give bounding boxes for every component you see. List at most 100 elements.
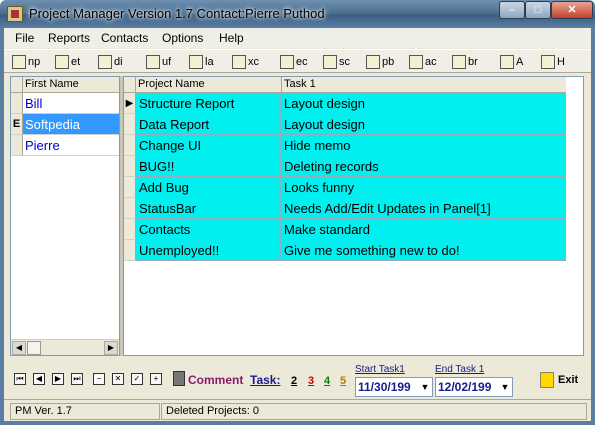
notepad-icon [366, 55, 380, 69]
menu-options[interactable]: Options [162, 31, 203, 45]
cancel-edit-button[interactable]: ✕ [112, 373, 124, 385]
project-row[interactable]: ▶ Structure Report Layout design [124, 93, 566, 114]
contacts-grid[interactable]: First Name Bill E Softpedia Pierre ◀ ▶ [10, 76, 120, 356]
scroll-right-icon[interactable]: ▶ [104, 341, 118, 355]
toolbar-button-ec[interactable]: ec [280, 53, 308, 71]
dropdown-arrow-icon[interactable]: ▼ [418, 378, 432, 396]
project-name-cell[interactable]: Contacts [136, 219, 281, 240]
toolbar-button-br[interactable]: br [452, 53, 478, 71]
toolbar-label: ac [425, 56, 437, 68]
project-row[interactable]: Unemployed!! Give me something new to do… [124, 240, 566, 261]
toolbar-button-h[interactable]: H [541, 53, 565, 71]
scroll-thumb[interactable] [27, 341, 41, 355]
task-2-link[interactable]: 2 [291, 375, 297, 387]
toolbar-button-ac[interactable]: ac [409, 53, 437, 71]
first-record-button[interactable]: ⏮ [14, 373, 26, 385]
title-bar[interactable]: Project Manager Version 1.7 Contact:Pier… [0, 0, 595, 28]
toolbar-button-uf[interactable]: uf [146, 53, 171, 71]
project-name-cell[interactable]: Add Bug [136, 177, 281, 198]
close-button[interactable]: ✕ [551, 1, 593, 19]
toolbar-label: A [516, 56, 524, 68]
maximize-button[interactable]: □ [525, 1, 551, 19]
task-cell[interactable]: Layout design [281, 114, 566, 135]
last-record-button[interactable]: ⏭ [71, 373, 83, 385]
project-name-cell[interactable]: Data Report [136, 114, 281, 135]
toolbar-button-di[interactable]: di [98, 53, 123, 71]
row-indicator [124, 219, 136, 240]
project-name-cell[interactable]: BUG!! [136, 156, 281, 177]
status-bar: PM Ver. 1.7 Deleted Projects: 0 [4, 399, 591, 421]
horizontal-scrollbar[interactable]: ◀ ▶ [11, 339, 119, 355]
menu-help[interactable]: Help [219, 31, 244, 45]
project-row[interactable]: Data Report Layout design [124, 114, 566, 135]
toolbar-button-np[interactable]: np [12, 53, 40, 71]
toolbar-button-pb[interactable]: pb [366, 53, 394, 71]
toolbar-label: ec [296, 56, 308, 68]
toolbar-button-la[interactable]: la [189, 53, 214, 71]
task-cell[interactable]: Needs Add/Edit Updates in Panel[1] [281, 198, 566, 219]
end-task-date-picker[interactable]: 12/02/199 ▼ [435, 377, 513, 397]
column-header-first-name[interactable]: First Name [25, 78, 79, 90]
contact-name-cell[interactable]: Pierre [23, 135, 119, 156]
question-icon [541, 55, 555, 69]
project-row[interactable]: Change UI Hide memo [124, 135, 566, 156]
project-name-cell[interactable]: Structure Report [136, 93, 281, 114]
start-task-date-picker[interactable]: 11/30/199 ▼ [355, 377, 433, 397]
contact-row[interactable]: Bill [11, 93, 119, 114]
contact-name-cell[interactable]: Softpedia [23, 114, 119, 135]
toolbar-label: et [71, 56, 81, 68]
project-row[interactable]: Add Bug Looks funny [124, 177, 566, 198]
task-3-link[interactable]: 3 [308, 375, 314, 387]
projects-grid[interactable]: Project Name Task 1 ▶ Structure Report L… [123, 76, 584, 356]
printer-icon [146, 55, 160, 69]
task-4-link[interactable]: 4 [324, 375, 330, 387]
row-indicator [124, 240, 136, 261]
project-row[interactable]: Contacts Make standard [124, 219, 566, 240]
delete-record-button[interactable]: − [93, 373, 105, 385]
menu-contacts[interactable]: Contacts [101, 31, 148, 45]
toolbar-button-xc[interactable]: xc [232, 53, 259, 71]
row-indicator [124, 177, 136, 198]
dropdown-arrow-icon[interactable]: ▼ [498, 378, 512, 396]
menu-file[interactable]: File [15, 31, 34, 45]
exit-button[interactable]: Exit [558, 374, 578, 386]
project-name-cell[interactable]: Unemployed!! [136, 240, 281, 261]
row-indicator [124, 135, 136, 156]
bulb-icon [500, 55, 514, 69]
task-cell[interactable]: Give me something new to do! [281, 240, 566, 261]
insert-record-button[interactable]: + [150, 373, 162, 385]
toolbar-button-a[interactable]: A [500, 53, 523, 71]
projects-grid-header: Project Name Task 1 [124, 77, 566, 93]
menu-reports[interactable]: Reports [48, 31, 90, 45]
exit-icon[interactable] [540, 372, 554, 388]
minimize-button[interactable]: – [499, 1, 525, 19]
menu-bar: File Reports Contacts Options Help [4, 28, 591, 48]
task-cell[interactable]: Deleting records [281, 156, 566, 177]
column-header-project-name[interactable]: Project Name [138, 78, 205, 90]
task-cell[interactable]: Looks funny [281, 177, 566, 198]
contact-name-cell[interactable]: Bill [23, 93, 119, 114]
post-edit-button[interactable]: ✓ [131, 373, 143, 385]
project-name-cell[interactable]: StatusBar [136, 198, 281, 219]
task-cell[interactable]: Hide memo [281, 135, 566, 156]
column-header-task-1[interactable]: Task 1 [284, 78, 316, 90]
contact-row[interactable]: E Softpedia [11, 114, 119, 135]
project-row[interactable]: BUG!! Deleting records [124, 156, 566, 177]
task-cell[interactable]: Layout design [281, 93, 566, 114]
comment-button[interactable]: Comment [188, 373, 243, 387]
project-name-cell[interactable]: Change UI [136, 135, 281, 156]
end-task-label: End Task 1 [435, 364, 485, 375]
scroll-left-icon[interactable]: ◀ [12, 341, 26, 355]
toolbar-button-sc[interactable]: sc [323, 53, 350, 71]
next-record-button[interactable]: ▶ [52, 373, 64, 385]
prior-record-button[interactable]: ◀ [33, 373, 45, 385]
start-task-date-value: 11/30/199 [358, 380, 411, 394]
toolbar-button-et[interactable]: et [55, 53, 80, 71]
project-row[interactable]: StatusBar Needs Add/Edit Updates in Pane… [124, 198, 566, 219]
contact-row[interactable]: Pierre [11, 135, 119, 156]
toolbar-label: H [557, 56, 565, 68]
task-cell[interactable]: Make standard [281, 219, 566, 240]
task-5-link[interactable]: 5 [340, 375, 346, 387]
window-title: Project Manager Version 1.7 Contact:Pier… [29, 6, 325, 21]
comment-icon[interactable] [173, 371, 185, 386]
